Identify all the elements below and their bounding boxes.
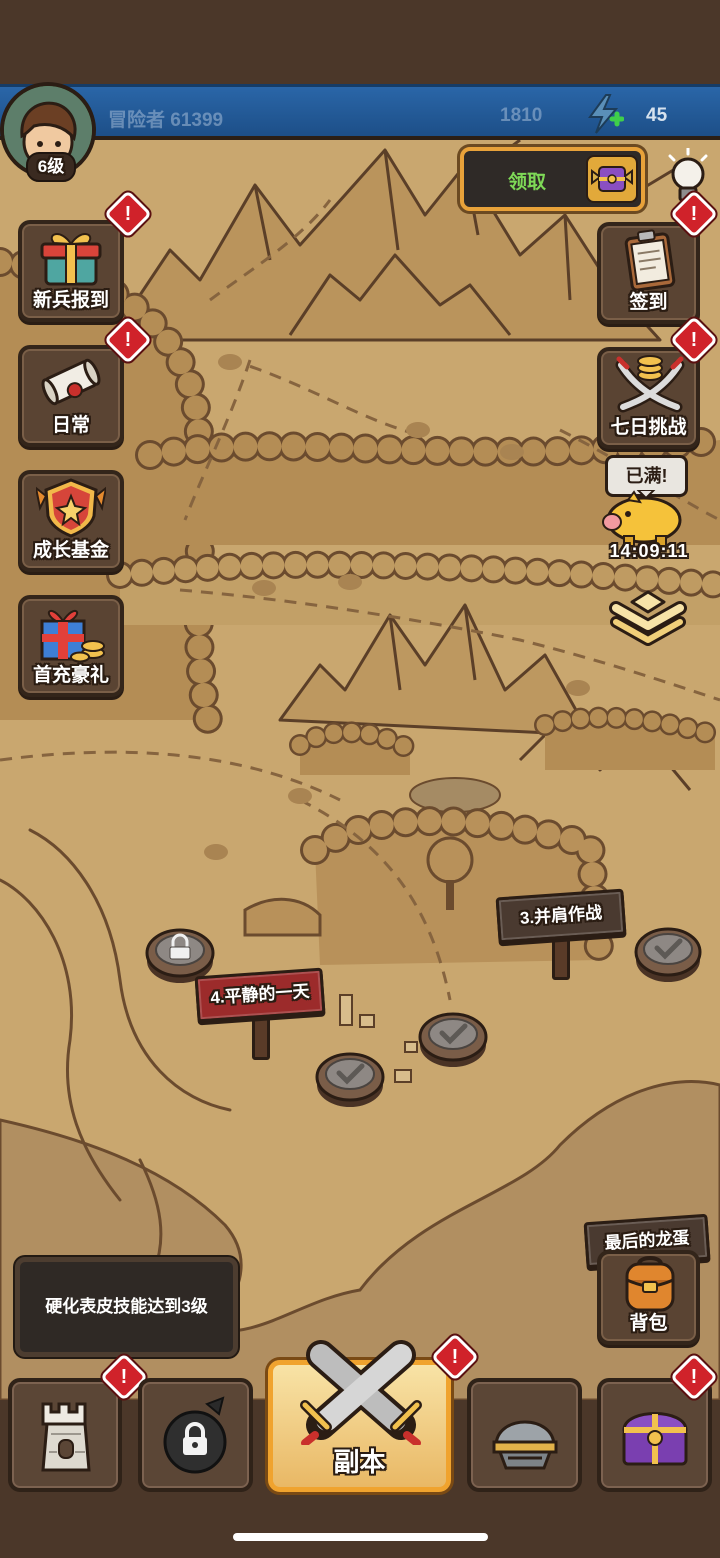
gift-pile-icon: [40, 609, 105, 663]
first-recharge-gift-button[interactable]: 首充豪礼: [18, 595, 124, 697]
nav-tab-tower[interactable]: [8, 1378, 122, 1492]
gift-box-icon: [40, 233, 102, 286]
seven-day-challenge-button[interactable]: 七日挑战: [597, 347, 700, 449]
scroll-icon: [41, 358, 101, 406]
piggy-bank-icon[interactable]: [598, 490, 688, 548]
menu-label: 新兵报到: [32, 290, 109, 311]
menu-label: 签到: [629, 292, 668, 313]
current-quest-panel[interactable]: 硬化表皮技能达到3级: [15, 1257, 238, 1357]
claim-reward-button[interactable]: 领取: [460, 147, 645, 211]
helmet-icon: [492, 1420, 558, 1470]
lightning-plus-icon[interactable]: [584, 93, 624, 135]
newbie-checkin-button[interactable]: 新兵报到: [18, 220, 124, 322]
coin-count: 1810: [500, 105, 543, 126]
crossed-swords-icon: [300, 1340, 422, 1445]
treasure-chest-icon: [622, 1412, 688, 1466]
world-map: [0, 140, 720, 1400]
menu-label: 首充豪礼: [32, 665, 109, 686]
sign-post: [252, 1012, 270, 1060]
piggy-timer: 14:09:11: [609, 541, 689, 561]
backpack-button[interactable]: 背包: [597, 1250, 700, 1345]
energy-count: 45: [646, 105, 668, 126]
nav-tab-label: 副本: [333, 1447, 386, 1477]
shield-star-icon: [36, 478, 106, 538]
menu-label: 七日挑战: [610, 417, 687, 438]
stage-sign-3[interactable]: 3.并肩作战: [495, 888, 627, 944]
claim-chest-frame: [586, 155, 638, 203]
crossed-swords-coins-icon: [615, 355, 685, 413]
sign-in-button[interactable]: 签到: [597, 222, 700, 324]
nav-tab-hero[interactable]: [467, 1378, 582, 1492]
stage-node-cleared[interactable]: [418, 1012, 488, 1067]
clipboard-icon: [624, 229, 676, 290]
stage-sign-4-current[interactable]: 4.平静的一天: [194, 967, 326, 1023]
claim-label: 领取: [507, 172, 546, 193]
stage-node-cleared[interactable]: [634, 927, 702, 982]
menu-label: 成长基金: [32, 540, 109, 561]
daily-tasks-button[interactable]: 日常: [18, 345, 124, 447]
home-indicator[interactable]: [233, 1533, 488, 1541]
quest-text: 硬化表皮技能达到3级: [45, 1297, 208, 1316]
nav-tab-dungeon[interactable]: 副本: [268, 1340, 451, 1492]
tower-icon: [41, 1402, 91, 1472]
menu-label: 日常: [51, 415, 90, 436]
growth-fund-button[interactable]: 成长基金: [18, 470, 124, 572]
sign-post: [552, 935, 570, 980]
nav-tab-locked[interactable]: [138, 1378, 253, 1492]
menu-label: 背包: [629, 1313, 668, 1334]
player-name: 冒险者 61399: [108, 110, 224, 131]
winged-chest-icon: [591, 166, 633, 192]
top-safe-area: [0, 0, 720, 84]
player-status-bar: 冒险者 61399 1810 45: [0, 84, 720, 140]
backpack-icon: [625, 1256, 675, 1312]
locked-sack-icon: [163, 1396, 227, 1474]
double-chevron-down-icon[interactable]: [608, 588, 688, 646]
player-level: 6级: [26, 152, 76, 182]
stage-node-cleared[interactable]: [315, 1052, 385, 1107]
